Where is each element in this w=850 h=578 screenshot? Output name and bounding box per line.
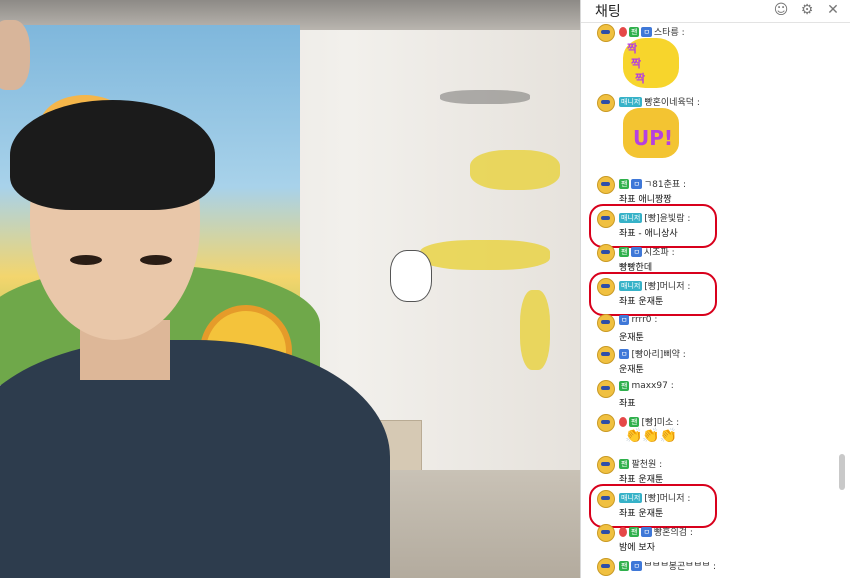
fan-badge-icon: 팬 bbox=[629, 526, 640, 537]
chat-nickname[interactable]: rrrr0 : bbox=[631, 315, 657, 325]
fan-badge-icon: 팬 bbox=[629, 416, 640, 427]
red-highlight-circle bbox=[589, 484, 717, 528]
chat-user-line: 팬 ㅁ ᄇᄇᄇ봉곤ᄇᄇᄇ : bbox=[619, 559, 716, 572]
chat-header: 채팅 ☺ ⚙ ✕ bbox=[581, 0, 850, 23]
sub-badge-icon: ㅁ bbox=[641, 526, 652, 537]
chat-user-line: 매니저 빵혼이네육덕 : bbox=[619, 95, 700, 108]
wall-graffiti bbox=[390, 70, 570, 370]
chat-panel: 채팅 ☺ ⚙ ✕ 팬 ㅁ 스타릉 : 짝 짝 짝 매니저 빵혼이네육덕 : UP! 팬 ㅁㄱ81춘표… bbox=[580, 0, 850, 578]
streamer-hand bbox=[0, 20, 30, 90]
chat-header-icons: ☺ ⚙ ✕ bbox=[773, 2, 841, 18]
chat-nickname[interactable]: maxx97 : bbox=[631, 381, 673, 391]
chat-scroll-thumb[interactable] bbox=[839, 454, 845, 490]
sub-badge-icon: ㅁ bbox=[631, 560, 642, 571]
chat-message-text: 좌표 bbox=[619, 399, 636, 409]
chat-user-line: 팬 ㅁ 시조파 : bbox=[619, 245, 675, 258]
user-avatar-icon[interactable] bbox=[597, 380, 615, 398]
chat-user-line: 팬 팔천원 : bbox=[619, 457, 662, 470]
fan-badge-icon: 팬 bbox=[619, 246, 630, 257]
red-highlight-circle bbox=[589, 204, 717, 248]
user-avatar-icon[interactable] bbox=[597, 244, 615, 262]
chat-nickname[interactable]: [빵]미소 : bbox=[641, 415, 679, 428]
user-avatar-icon[interactable] bbox=[597, 94, 615, 112]
fan-badge-icon: 팬 bbox=[619, 381, 630, 391]
sub-badge-icon: ㅁ bbox=[631, 246, 642, 257]
close-icon[interactable]: ✕ bbox=[825, 2, 841, 18]
sticker-image: 짝짝짝 bbox=[623, 38, 679, 88]
user-avatar-icon[interactable] bbox=[597, 456, 615, 474]
sub-badge-icon: ㅁ bbox=[631, 178, 642, 189]
chat-message-list[interactable]: 팬 ㅁ 스타릉 : 짝 짝 짝 매니저 빵혼이네육덕 : UP! 팬 ㅁㄱ81춘표 : 좌표 애니짱짱… bbox=[581, 24, 831, 578]
fan-badge-icon: 팬 bbox=[629, 26, 640, 37]
user-avatar-icon[interactable] bbox=[597, 346, 615, 364]
chat-nickname[interactable]: 스타릉 : bbox=[654, 25, 685, 38]
chat-user-line: 팬 ㅁㄱ81춘표 : bbox=[619, 177, 686, 190]
sub-badge-icon: ㅁ bbox=[641, 26, 652, 37]
chat-nickname[interactable]: 빵혼의검 : bbox=[654, 525, 693, 538]
gear-icon[interactable]: ⚙ bbox=[799, 2, 815, 18]
user-avatar-icon[interactable] bbox=[597, 24, 615, 42]
fan-badge-icon: 팬 bbox=[619, 178, 630, 189]
heart-badge-icon bbox=[619, 526, 627, 537]
chat-user-line: ㅁ [빵아리]삐약 : bbox=[619, 347, 686, 360]
chat-message-text: 운재툰 bbox=[619, 333, 644, 343]
chat-user-line: 팬 ㅁ 빵혼의검 : bbox=[619, 525, 693, 538]
sub-badge-icon: ㅁ bbox=[619, 348, 630, 359]
chat-nickname[interactable]: 시조파 : bbox=[644, 245, 675, 258]
chat-user-line: 팬 maxx97 : bbox=[619, 381, 674, 391]
sub-badge-icon: ㅁ bbox=[619, 315, 630, 325]
streamer-eye-left bbox=[70, 255, 102, 265]
user-avatar-icon[interactable] bbox=[597, 524, 615, 542]
red-highlight-circle bbox=[589, 272, 717, 316]
chat-nickname[interactable]: ᄇᄇᄇ봉곤ᄇᄇᄇ : bbox=[644, 559, 716, 572]
chat-message-text: 운재툰 bbox=[619, 365, 644, 375]
heart-badge-icon bbox=[619, 26, 627, 37]
sticker-image: UP! bbox=[623, 108, 679, 158]
user-avatar-icon[interactable] bbox=[597, 414, 615, 432]
fan-badge-icon: 팬 bbox=[619, 458, 630, 469]
clap-sticker: 👏👏👏 bbox=[625, 428, 678, 444]
user-avatar-icon[interactable] bbox=[597, 314, 615, 332]
user-avatar-icon[interactable] bbox=[597, 558, 615, 576]
chat-message-text: 밤에 보자 bbox=[619, 543, 655, 553]
chat-user-line: 팬 ㅁ 스타릉 : bbox=[619, 25, 685, 38]
heart-badge-icon bbox=[619, 416, 627, 427]
chat-nickname[interactable]: ㄱ81춘표 : bbox=[644, 177, 686, 190]
chat-nickname[interactable]: [빵아리]삐약 : bbox=[631, 347, 685, 360]
chat-user-line: ㅁ rrrr0 : bbox=[619, 315, 657, 325]
chat-user-line: 팬 [빵]미소 : bbox=[619, 415, 679, 428]
streamer-hair bbox=[10, 100, 215, 210]
mgr-badge-icon: 매니저 bbox=[619, 96, 643, 107]
chat-nickname[interactable]: 팔천원 : bbox=[631, 457, 662, 470]
chat-nickname[interactable]: 빵혼이네육덕 : bbox=[644, 95, 700, 108]
user-avatar-icon[interactable] bbox=[597, 176, 615, 194]
video-player[interactable] bbox=[0, 0, 580, 578]
chat-scrollbar[interactable] bbox=[837, 24, 847, 578]
streamer-eye-right bbox=[140, 255, 172, 265]
chat-title: 채팅 bbox=[595, 4, 621, 20]
streamer-shirt bbox=[0, 340, 390, 578]
user-list-icon[interactable]: ☺ bbox=[773, 2, 789, 18]
fan-badge-icon: 팬 bbox=[619, 560, 630, 571]
